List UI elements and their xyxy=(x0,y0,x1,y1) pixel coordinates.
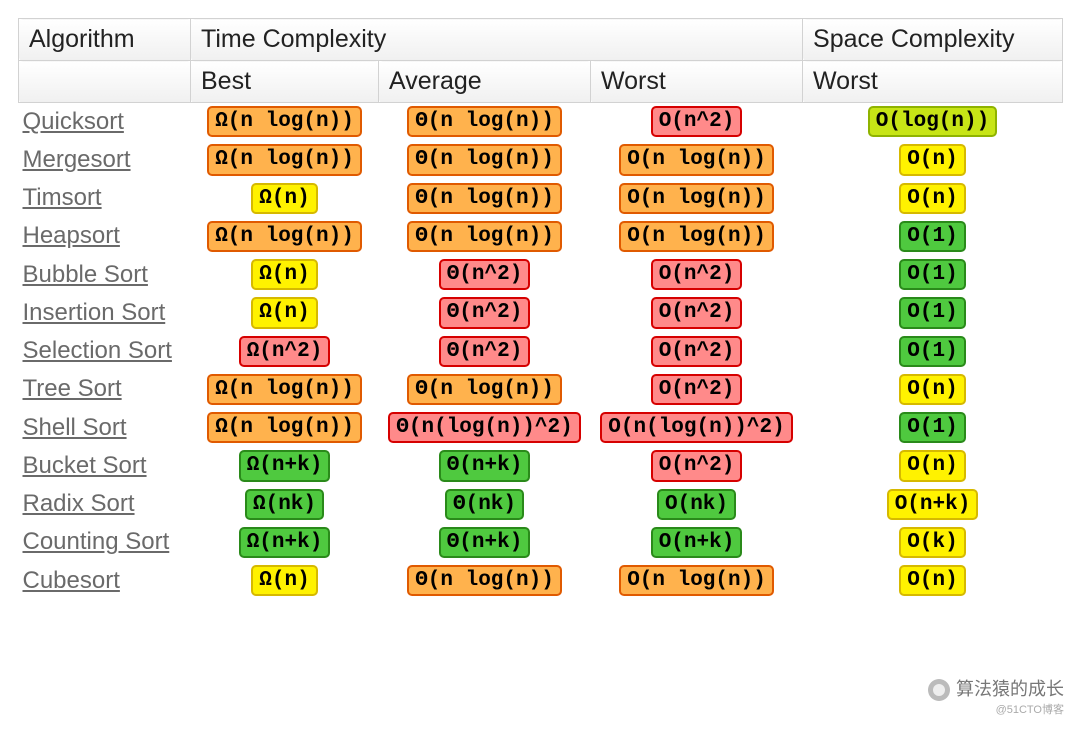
best-complexity: Ω(n) xyxy=(251,297,317,328)
table-row: Counting Sort Ω(n+k) Θ(n+k) O(n+k) O(k) xyxy=(19,524,1063,562)
avg-complexity: Θ(n log(n)) xyxy=(407,106,562,137)
avg-complexity: Θ(n(log(n))^2) xyxy=(388,412,580,443)
table-row: Radix Sort Ω(nk) Θ(nk) O(nk) O(n+k) xyxy=(19,486,1063,524)
worst-complexity: O(n(log(n))^2) xyxy=(600,412,792,443)
best-complexity: Ω(nk) xyxy=(245,489,324,520)
space-complexity: O(1) xyxy=(899,336,965,367)
best-complexity: Ω(n+k) xyxy=(239,527,331,558)
table-row: Timsort Ω(n) Θ(n log(n)) O(n log(n)) O(n) xyxy=(19,180,1063,218)
header-average: Average xyxy=(379,61,591,103)
space-complexity: O(log(n)) xyxy=(868,106,997,137)
avg-complexity: Θ(n^2) xyxy=(439,297,531,328)
best-complexity: Ω(n) xyxy=(251,259,317,290)
best-complexity: Ω(n+k) xyxy=(239,450,331,481)
table-row: Selection Sort Ω(n^2) Θ(n^2) O(n^2) O(1) xyxy=(19,333,1063,371)
watermark: 算法猿的成长 @51CTO博客 xyxy=(928,675,1064,717)
watermark-text: 算法猿的成长 xyxy=(956,679,1064,699)
header-space: Space Complexity xyxy=(803,19,1063,61)
watermark-sub: @51CTO博客 xyxy=(928,701,1064,717)
algorithm-link[interactable]: Radix Sort xyxy=(23,490,135,517)
space-complexity: O(n) xyxy=(899,565,965,596)
space-complexity: O(n) xyxy=(899,374,965,405)
avg-complexity: Θ(n^2) xyxy=(439,259,531,290)
avg-complexity: Θ(nk) xyxy=(445,489,524,520)
best-complexity: Ω(n log(n)) xyxy=(207,144,362,175)
best-complexity: Ω(n) xyxy=(251,183,317,214)
wechat-icon xyxy=(928,679,950,701)
avg-complexity: Θ(n log(n)) xyxy=(407,144,562,175)
algorithm-link[interactable]: Tree Sort xyxy=(23,375,122,402)
table-row: Mergesort Ω(n log(n)) Θ(n log(n)) O(n log(n… xyxy=(19,141,1063,179)
best-complexity: Ω(n log(n)) xyxy=(207,412,362,443)
worst-complexity: O(n^2) xyxy=(651,106,743,137)
header-best: Best xyxy=(191,61,379,103)
algorithm-link[interactable]: Timsort xyxy=(23,184,102,211)
best-complexity: Ω(n^2) xyxy=(239,336,331,367)
avg-complexity: Θ(n log(n)) xyxy=(407,374,562,405)
space-complexity: O(n) xyxy=(899,450,965,481)
space-complexity: O(n+k) xyxy=(887,489,979,520)
best-complexity: Ω(n log(n)) xyxy=(207,221,362,252)
worst-complexity: O(n+k) xyxy=(651,527,743,558)
worst-complexity: O(n log(n)) xyxy=(619,221,774,252)
algorithm-link[interactable]: Selection Sort xyxy=(23,337,172,364)
space-complexity: O(1) xyxy=(899,412,965,443)
header-time: Time Complexity xyxy=(191,19,803,61)
algorithm-link[interactable]: Counting Sort xyxy=(23,528,170,555)
worst-complexity: O(n log(n)) xyxy=(619,565,774,596)
algorithm-link[interactable]: Heapsort xyxy=(23,222,120,249)
algorithm-link[interactable]: Quicksort xyxy=(23,108,124,135)
algorithm-link[interactable]: Shell Sort xyxy=(23,414,127,441)
header-algorithm: Algorithm xyxy=(19,19,191,61)
best-complexity: Ω(n log(n)) xyxy=(207,374,362,405)
space-complexity: O(1) xyxy=(899,259,965,290)
space-complexity: O(n) xyxy=(899,144,965,175)
algorithm-link[interactable]: Insertion Sort xyxy=(23,299,166,326)
table-row: Tree Sort Ω(n log(n)) Θ(n log(n)) O(n^2) O(n… xyxy=(19,371,1063,409)
worst-complexity: O(n log(n)) xyxy=(619,183,774,214)
space-complexity: O(1) xyxy=(899,297,965,328)
header-blank xyxy=(19,61,191,103)
table-row: Bucket Sort Ω(n+k) Θ(n+k) O(n^2) O(n) xyxy=(19,447,1063,485)
header-space-worst: Worst xyxy=(803,61,1063,103)
table-row: Quicksort Ω(n log(n)) Θ(n log(n)) O(n^2) O(l… xyxy=(19,103,1063,142)
best-complexity: Ω(n log(n)) xyxy=(207,106,362,137)
worst-complexity: O(n^2) xyxy=(651,259,743,290)
avg-complexity: Θ(n^2) xyxy=(439,336,531,367)
algorithm-link[interactable]: Bucket Sort xyxy=(23,452,147,479)
best-complexity: Ω(n) xyxy=(251,565,317,596)
space-complexity: O(1) xyxy=(899,221,965,252)
table-row: Insertion Sort Ω(n) Θ(n^2) O(n^2) O(1) xyxy=(19,294,1063,332)
worst-complexity: O(n log(n)) xyxy=(619,144,774,175)
avg-complexity: Θ(n log(n)) xyxy=(407,183,562,214)
algorithm-link[interactable]: Bubble Sort xyxy=(23,261,148,288)
worst-complexity: O(n^2) xyxy=(651,336,743,367)
table-row: Bubble Sort Ω(n) Θ(n^2) O(n^2) O(1) xyxy=(19,256,1063,294)
space-complexity: O(k) xyxy=(899,527,965,558)
algorithm-link[interactable]: Mergesort xyxy=(23,146,131,173)
table-row: Cubesort Ω(n) Θ(n log(n)) O(n log(n)) O(n) xyxy=(19,562,1063,600)
avg-complexity: Θ(n+k) xyxy=(439,450,531,481)
avg-complexity: Θ(n log(n)) xyxy=(407,565,562,596)
avg-complexity: Θ(n log(n)) xyxy=(407,221,562,252)
complexity-table: Algorithm Time Complexity Space Complexi… xyxy=(18,18,1063,600)
avg-complexity: Θ(n+k) xyxy=(439,527,531,558)
worst-complexity: O(nk) xyxy=(657,489,736,520)
table-row: Heapsort Ω(n log(n)) Θ(n log(n)) O(n log(n)… xyxy=(19,218,1063,256)
header-worst: Worst xyxy=(591,61,803,103)
space-complexity: O(n) xyxy=(899,183,965,214)
worst-complexity: O(n^2) xyxy=(651,450,743,481)
algorithm-link[interactable]: Cubesort xyxy=(23,567,120,594)
table-row: Shell Sort Ω(n log(n)) Θ(n(log(n))^2) O(n(l… xyxy=(19,409,1063,447)
worst-complexity: O(n^2) xyxy=(651,297,743,328)
worst-complexity: O(n^2) xyxy=(651,374,743,405)
